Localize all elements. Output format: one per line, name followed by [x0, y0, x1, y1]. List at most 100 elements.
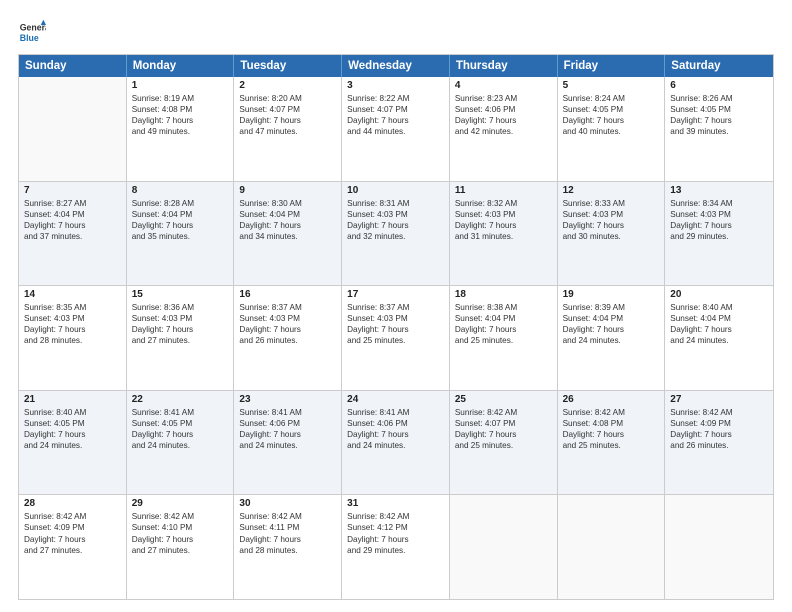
- cell-line: Sunrise: 8:32 AM: [455, 198, 552, 209]
- cell-line: Sunset: 4:03 PM: [455, 209, 552, 220]
- cell-line: Sunset: 4:09 PM: [24, 522, 121, 533]
- cell-line: Sunrise: 8:42 AM: [563, 407, 660, 418]
- cell-line: and 40 minutes.: [563, 126, 660, 137]
- cell-line: Sunrise: 8:41 AM: [239, 407, 336, 418]
- day-number: 9: [239, 185, 336, 196]
- cell-line: Sunrise: 8:42 AM: [239, 511, 336, 522]
- cell-line: and 24 minutes.: [24, 440, 121, 451]
- cell-line: Sunrise: 8:23 AM: [455, 93, 552, 104]
- header: General Blue: [18, 18, 774, 46]
- day-number: 29: [132, 498, 229, 509]
- cell-line: Sunset: 4:03 PM: [24, 313, 121, 324]
- cell-line: and 29 minutes.: [670, 231, 768, 242]
- cell-line: Sunrise: 8:41 AM: [132, 407, 229, 418]
- cell-line: and 25 minutes.: [455, 440, 552, 451]
- cell-line: and 30 minutes.: [563, 231, 660, 242]
- cell-line: Daylight: 7 hours: [563, 324, 660, 335]
- day-number: 8: [132, 185, 229, 196]
- cell-line: Daylight: 7 hours: [347, 115, 444, 126]
- cell-line: Daylight: 7 hours: [132, 429, 229, 440]
- calendar-cell: [19, 77, 127, 181]
- day-number: 15: [132, 289, 229, 300]
- cell-line: Sunrise: 8:42 AM: [24, 511, 121, 522]
- calendar-cell: 14Sunrise: 8:35 AMSunset: 4:03 PMDayligh…: [19, 286, 127, 390]
- page: General Blue SundayMondayTuesdayWednesda…: [0, 0, 792, 612]
- calendar-body: 1Sunrise: 8:19 AMSunset: 4:08 PMDaylight…: [19, 77, 773, 599]
- day-number: 1: [132, 80, 229, 91]
- calendar: SundayMondayTuesdayWednesdayThursdayFrid…: [18, 54, 774, 600]
- cell-line: Sunset: 4:03 PM: [347, 209, 444, 220]
- cell-line: Sunset: 4:05 PM: [563, 104, 660, 115]
- cell-line: Daylight: 7 hours: [455, 220, 552, 231]
- cell-line: and 35 minutes.: [132, 231, 229, 242]
- cell-line: Sunset: 4:06 PM: [239, 418, 336, 429]
- cell-line: Sunrise: 8:39 AM: [563, 302, 660, 313]
- cell-line: Sunrise: 8:42 AM: [670, 407, 768, 418]
- cell-line: and 29 minutes.: [347, 545, 444, 556]
- calendar-row: 14Sunrise: 8:35 AMSunset: 4:03 PMDayligh…: [19, 286, 773, 391]
- cell-line: Daylight: 7 hours: [24, 324, 121, 335]
- cell-line: and 44 minutes.: [347, 126, 444, 137]
- cell-line: Sunset: 4:04 PM: [24, 209, 121, 220]
- cell-line: Daylight: 7 hours: [24, 429, 121, 440]
- calendar-cell: 21Sunrise: 8:40 AMSunset: 4:05 PMDayligh…: [19, 391, 127, 495]
- cell-line: Sunset: 4:04 PM: [563, 313, 660, 324]
- cell-line: Sunset: 4:05 PM: [132, 418, 229, 429]
- calendar-cell: 24Sunrise: 8:41 AMSunset: 4:06 PMDayligh…: [342, 391, 450, 495]
- cell-line: Daylight: 7 hours: [132, 220, 229, 231]
- day-number: 22: [132, 394, 229, 405]
- cell-line: Sunset: 4:07 PM: [347, 104, 444, 115]
- calendar-row: 1Sunrise: 8:19 AMSunset: 4:08 PMDaylight…: [19, 77, 773, 182]
- day-number: 2: [239, 80, 336, 91]
- cell-line: Sunset: 4:07 PM: [239, 104, 336, 115]
- cell-line: and 26 minutes.: [239, 335, 336, 346]
- cell-line: Daylight: 7 hours: [132, 324, 229, 335]
- weekday-header: Sunday: [19, 55, 127, 77]
- cell-line: Sunrise: 8:42 AM: [455, 407, 552, 418]
- cell-line: Sunset: 4:12 PM: [347, 522, 444, 533]
- cell-line: Daylight: 7 hours: [563, 220, 660, 231]
- cell-line: Daylight: 7 hours: [347, 220, 444, 231]
- cell-line: Daylight: 7 hours: [455, 115, 552, 126]
- day-number: 11: [455, 185, 552, 196]
- cell-line: Sunset: 4:07 PM: [455, 418, 552, 429]
- cell-line: and 39 minutes.: [670, 126, 768, 137]
- day-number: 5: [563, 80, 660, 91]
- cell-line: Sunrise: 8:22 AM: [347, 93, 444, 104]
- day-number: 23: [239, 394, 336, 405]
- cell-line: Daylight: 7 hours: [670, 115, 768, 126]
- day-number: 27: [670, 394, 768, 405]
- cell-line: Sunrise: 8:34 AM: [670, 198, 768, 209]
- cell-line: Daylight: 7 hours: [563, 429, 660, 440]
- cell-line: and 24 minutes.: [670, 335, 768, 346]
- cell-line: Sunrise: 8:27 AM: [24, 198, 121, 209]
- calendar-row: 7Sunrise: 8:27 AMSunset: 4:04 PMDaylight…: [19, 182, 773, 287]
- logo: General Blue: [18, 18, 50, 46]
- cell-line: Sunset: 4:09 PM: [670, 418, 768, 429]
- cell-line: and 24 minutes.: [347, 440, 444, 451]
- calendar-cell: 17Sunrise: 8:37 AMSunset: 4:03 PMDayligh…: [342, 286, 450, 390]
- weekday-header: Monday: [127, 55, 235, 77]
- day-number: 14: [24, 289, 121, 300]
- calendar-cell: [450, 495, 558, 599]
- calendar-header: SundayMondayTuesdayWednesdayThursdayFrid…: [19, 55, 773, 77]
- calendar-cell: 6Sunrise: 8:26 AMSunset: 4:05 PMDaylight…: [665, 77, 773, 181]
- cell-line: and 49 minutes.: [132, 126, 229, 137]
- day-number: 25: [455, 394, 552, 405]
- cell-line: and 28 minutes.: [239, 545, 336, 556]
- cell-line: Daylight: 7 hours: [132, 115, 229, 126]
- day-number: 17: [347, 289, 444, 300]
- cell-line: Sunset: 4:10 PM: [132, 522, 229, 533]
- cell-line: Sunset: 4:03 PM: [239, 313, 336, 324]
- cell-line: Daylight: 7 hours: [239, 534, 336, 545]
- cell-line: Sunrise: 8:19 AM: [132, 93, 229, 104]
- calendar-cell: 10Sunrise: 8:31 AMSunset: 4:03 PMDayligh…: [342, 182, 450, 286]
- cell-line: Sunrise: 8:42 AM: [347, 511, 444, 522]
- calendar-cell: 12Sunrise: 8:33 AMSunset: 4:03 PMDayligh…: [558, 182, 666, 286]
- cell-line: Sunset: 4:04 PM: [670, 313, 768, 324]
- cell-line: and 27 minutes.: [132, 335, 229, 346]
- cell-line: Sunrise: 8:42 AM: [132, 511, 229, 522]
- day-number: 16: [239, 289, 336, 300]
- cell-line: and 27 minutes.: [132, 545, 229, 556]
- weekday-header: Friday: [558, 55, 666, 77]
